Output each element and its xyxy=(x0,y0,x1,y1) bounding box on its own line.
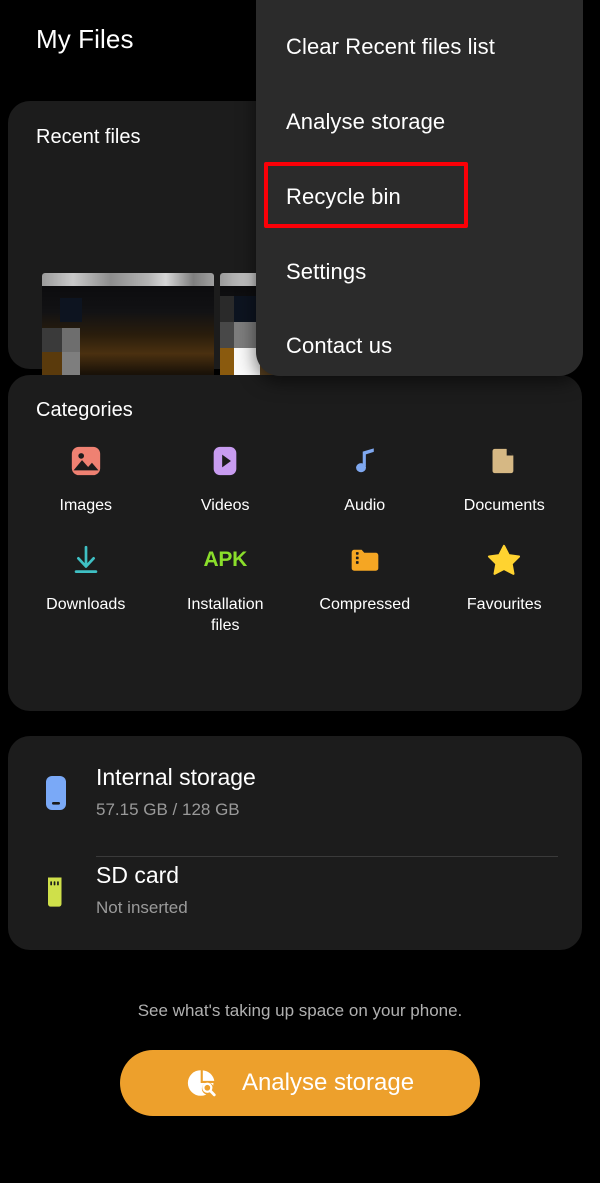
category-label: Audio xyxy=(344,497,386,514)
my-files-screen: My Files Recent files Categories Images … xyxy=(0,0,600,1183)
analyse-storage-button[interactable]: Analyse storage xyxy=(120,1050,480,1116)
thumbnail-pixel xyxy=(220,322,234,348)
thumbnail-pixel xyxy=(42,328,62,352)
image-icon xyxy=(66,441,106,481)
storage-card: Internal storage 57.15 GB / 128 GB SD ca… xyxy=(8,736,582,950)
storage-row-internal[interactable]: Internal storage 57.15 GB / 128 GB xyxy=(8,748,582,857)
apk-label: APK xyxy=(203,548,248,571)
star-icon xyxy=(484,540,524,580)
category-compressed[interactable]: Compressed xyxy=(295,540,435,636)
thumbnail-pixel xyxy=(220,296,234,322)
category-audio[interactable]: Audio xyxy=(295,441,435,516)
storage-row-sd-card[interactable]: SD card Not inserted xyxy=(8,846,582,942)
thumbnail-top-band xyxy=(42,273,214,286)
category-downloads[interactable]: Downloads xyxy=(16,540,156,636)
category-favourites[interactable]: Favourites xyxy=(435,540,575,636)
music-note-icon xyxy=(345,441,385,481)
categories-card: Categories Images Videos Audio Documents… xyxy=(8,375,582,711)
categories-grid: Images Videos Audio Documents Downloads … xyxy=(16,441,574,636)
menu-item-recycle-bin[interactable]: Recycle bin xyxy=(286,184,401,210)
thumbnail-pixel xyxy=(220,348,234,376)
document-icon xyxy=(484,441,524,481)
category-installation-files[interactable]: APK Installation files xyxy=(156,540,296,636)
category-label: Installation files xyxy=(187,596,264,634)
category-label: Favourites xyxy=(466,596,542,613)
category-label: Images xyxy=(59,497,112,514)
menu-item-analyse-storage[interactable]: Analyse storage xyxy=(286,109,445,135)
page-title: My Files xyxy=(36,24,134,54)
phone-icon xyxy=(36,770,76,816)
zip-folder-icon xyxy=(345,540,385,580)
pie-chart-search-icon xyxy=(187,1070,216,1097)
storage-name: SD card xyxy=(96,862,180,888)
category-label: Downloads xyxy=(46,596,126,613)
category-videos[interactable]: Videos xyxy=(156,441,296,516)
video-play-icon xyxy=(205,441,245,481)
analyse-storage-label: Analyse storage xyxy=(241,1069,415,1096)
category-label: Videos xyxy=(200,497,250,514)
menu-item-contact-us[interactable]: Contact us xyxy=(286,333,392,359)
categories-title: Categories xyxy=(36,399,133,421)
recent-files-title: Recent files xyxy=(36,126,141,148)
category-label: Documents xyxy=(463,497,545,514)
storage-name: Internal storage xyxy=(96,764,256,790)
thumbnail-pixel xyxy=(60,298,82,322)
download-icon xyxy=(66,540,106,580)
category-images[interactable]: Images xyxy=(16,441,156,516)
category-label: Compressed xyxy=(319,596,411,613)
apk-icon: APK xyxy=(203,540,248,580)
thumbnail-pixel xyxy=(62,328,80,352)
storage-usage: 57.15 GB / 128 GB xyxy=(96,800,240,819)
storage-hint-text: See what's taking up space on your phone… xyxy=(137,1001,463,1020)
sd-card-icon xyxy=(36,868,76,914)
overflow-menu-panel: Clear Recent files list Analyse storage … xyxy=(256,0,583,376)
category-documents[interactable]: Documents xyxy=(435,441,575,516)
menu-item-clear-recent-files-list[interactable]: Clear Recent files list xyxy=(286,34,495,60)
storage-status: Not inserted xyxy=(96,898,188,917)
menu-item-settings[interactable]: Settings xyxy=(286,259,366,285)
